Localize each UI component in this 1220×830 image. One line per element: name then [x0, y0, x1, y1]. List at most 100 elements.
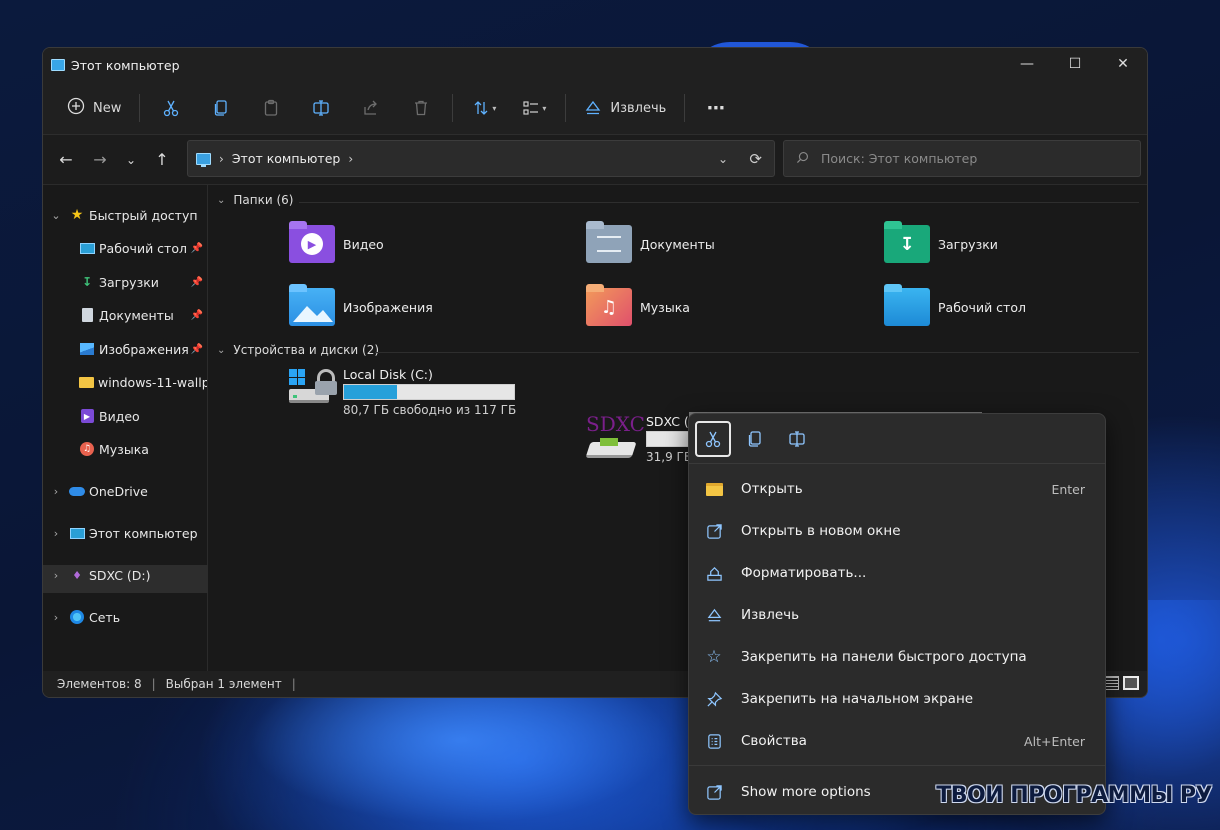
sidebar-item-label: Загрузки: [99, 274, 159, 290]
arrow-left-icon: ←: [59, 150, 73, 169]
recent-locations-button[interactable]: ⌄: [117, 145, 145, 175]
video-folder-icon: ▶: [289, 221, 335, 263]
drive-c[interactable]: Local Disk (C:) 80,7 ГБ свободно из 117 …: [289, 367, 516, 417]
folder-desktop[interactable]: Рабочий стол: [884, 284, 1026, 326]
desktop-icon: [79, 241, 95, 255]
menu-item-open[interactable]: Открыть Enter: [695, 471, 1099, 507]
context-rename-button[interactable]: [779, 421, 815, 457]
breadcrumb-this-pc[interactable]: Этот компьютер: [232, 151, 341, 166]
address-history-dropdown[interactable]: ⌄: [718, 152, 728, 166]
trash-icon: [415, 100, 428, 116]
up-button[interactable]: ↑: [145, 145, 179, 175]
menu-item-label: Форматировать...: [741, 565, 867, 581]
eject-button[interactable]: Извлечь: [572, 90, 678, 126]
paste-button[interactable]: [246, 90, 296, 126]
sidebar-item-pictures[interactable]: Изображения 📌: [79, 335, 207, 363]
back-button[interactable]: ←: [49, 145, 83, 175]
sidebar-item-music[interactable]: ♫ Музыка: [79, 435, 207, 463]
sidebar-item-sdxc[interactable]: › ♦ SDXC (D:): [49, 561, 207, 589]
forward-button[interactable]: →: [83, 145, 117, 175]
arrow-right-icon: →: [93, 150, 107, 169]
menu-item-format[interactable]: Форматировать...: [695, 555, 1099, 591]
folder-pictures[interactable]: Изображения: [289, 284, 433, 326]
sidebar-item-documents[interactable]: Документы 📌: [79, 301, 207, 329]
chevron-down-icon: ⌄: [217, 344, 226, 356]
breadcrumb-chevron-icon[interactable]: ›: [348, 152, 353, 166]
drive-free-space: 80,7 ГБ свободно из 117 ГБ: [343, 403, 517, 417]
open-external-icon: [705, 522, 723, 540]
menu-item-pin-start[interactable]: Закрепить на начальном экране: [695, 681, 1099, 717]
menu-item-properties[interactable]: Свойства Alt+Enter: [695, 723, 1099, 759]
more-button[interactable]: ⋯: [691, 90, 741, 126]
menu-item-pin-quick-access[interactable]: ☆ Закрепить на панели быстрого доступа: [695, 639, 1099, 675]
context-copy-button[interactable]: [737, 421, 773, 457]
copy-icon: [748, 430, 761, 447]
chevron-right-icon[interactable]: ›: [49, 569, 63, 582]
toolbar-divider: [684, 94, 686, 122]
sidebar-item-network[interactable]: › Сеть: [49, 603, 207, 631]
menu-item-open-new-window[interactable]: Открыть в новом окне: [695, 513, 1099, 549]
sidebar-item-onedrive[interactable]: › OneDrive: [49, 477, 207, 505]
folder-label: Видео: [343, 236, 384, 252]
folder-downloads[interactable]: ↧ Загрузки: [884, 221, 998, 263]
selection-count: Выбран 1 элемент: [165, 677, 282, 691]
sidebar-item-wallpaper-folder[interactable]: windows-11-wallpa: [79, 368, 207, 396]
menu-item-shortcut: Alt+Enter: [1024, 733, 1085, 749]
maximize-button[interactable]: ☐: [1051, 48, 1099, 80]
search-box[interactable]: Поиск: Этот компьютер: [783, 140, 1141, 177]
close-button[interactable]: ✕: [1099, 48, 1147, 80]
star-icon: ★: [70, 207, 84, 223]
sidebar-item-desktop[interactable]: Рабочий стол 📌: [79, 234, 207, 262]
delete-button[interactable]: [396, 90, 446, 126]
group-title: Устройства и диски (2): [233, 343, 380, 357]
folder-videos[interactable]: ▶ Видео: [289, 221, 384, 263]
menu-item-label: Открыть в новом окне: [741, 523, 901, 539]
folder-music[interactable]: ♫ Музыка: [586, 284, 690, 326]
chevron-right-icon[interactable]: ›: [49, 611, 63, 624]
menu-divider: [689, 765, 1105, 766]
sidebar-item-quick-access[interactable]: ⌄ ★ Быстрый доступ: [49, 201, 207, 229]
sort-button[interactable]: ▾: [459, 90, 509, 126]
copy-button[interactable]: [196, 90, 246, 126]
folders-group-header[interactable]: ⌄ Папки (6): [217, 193, 293, 207]
devices-group-header[interactable]: ⌄ Устройства и диски (2): [217, 343, 379, 357]
folder-icon: [79, 375, 94, 389]
chevron-down-icon: ▾: [492, 103, 497, 113]
menu-item-label: Закрепить на панели быстрого доступа: [741, 649, 1027, 665]
toolbar-divider: [565, 94, 567, 122]
new-label: New: [93, 100, 122, 116]
large-icons-view-button[interactable]: [1123, 676, 1139, 690]
chevron-down-icon[interactable]: ⌄: [49, 209, 63, 222]
sidebar-item-videos[interactable]: ▶ Видео: [79, 402, 207, 430]
more-options-icon: [705, 783, 723, 801]
sdxc-logo: SDXC: [586, 412, 645, 436]
minimize-button[interactable]: —: [1003, 48, 1051, 80]
folder-documents[interactable]: Документы: [586, 221, 715, 263]
cut-button[interactable]: [146, 90, 196, 126]
context-cut-button[interactable]: [695, 420, 731, 457]
window-controls: — ☐ ✕: [1003, 48, 1147, 80]
chevron-down-icon: ▾: [542, 103, 547, 113]
music-icon: ♫: [79, 442, 95, 456]
hard-drive-icon: [289, 367, 337, 407]
chevron-right-icon[interactable]: ›: [49, 485, 63, 498]
scissors-icon: [705, 431, 721, 447]
folder-icon: [705, 480, 723, 498]
download-arrow-icon: ↧: [81, 275, 93, 289]
refresh-icon[interactable]: ⟳: [749, 150, 762, 168]
sidebar-item-label: Документы: [99, 307, 174, 323]
window-title: Этот компьютер: [71, 57, 180, 73]
address-bar[interactable]: › Этот компьютер › ⌄ ⟳: [187, 140, 775, 177]
menu-item-eject[interactable]: Извлечь: [695, 597, 1099, 633]
view-button[interactable]: ▾: [509, 90, 559, 126]
pin-icon: 📌: [190, 242, 203, 254]
sidebar-item-downloads[interactable]: ↧ Загрузки 📌: [79, 268, 207, 296]
rename-button[interactable]: [296, 90, 346, 126]
folder-label: Изображения: [343, 299, 433, 315]
share-button[interactable]: [346, 90, 396, 126]
sidebar-item-this-pc[interactable]: › Этот компьютер: [49, 519, 207, 547]
sidebar-item-label: Быстрый доступ: [89, 207, 198, 223]
new-button[interactable]: New: [59, 90, 133, 126]
chevron-right-icon[interactable]: ›: [49, 527, 63, 540]
more-dots-icon: ⋯: [706, 97, 726, 119]
